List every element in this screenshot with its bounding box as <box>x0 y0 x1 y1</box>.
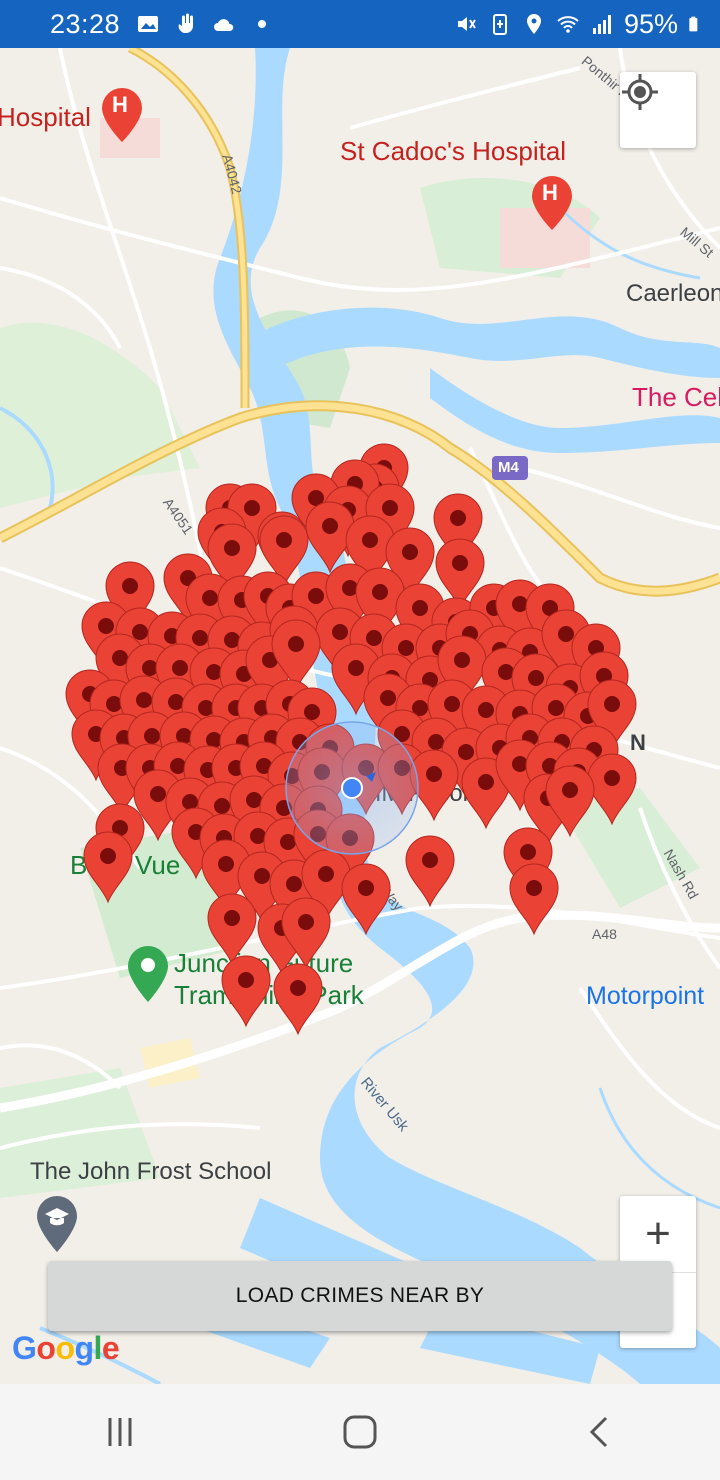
my-location-marker <box>285 721 419 855</box>
google-logo-letter: o <box>36 1330 56 1366</box>
home-icon <box>343 1415 377 1449</box>
my-location-icon <box>622 74 658 110</box>
battery-saver-icon <box>492 14 507 35</box>
location-icon <box>526 14 541 34</box>
crime-marker[interactable] <box>509 863 559 936</box>
signal-icon <box>592 15 611 34</box>
battery-percent: 95% <box>623 8 678 39</box>
battery-icon <box>689 16 698 32</box>
google-logo-letter: e <box>101 1330 120 1366</box>
status-bar: 23:28 95% <box>0 0 720 48</box>
crime-marker[interactable] <box>83 831 133 904</box>
crime-marker[interactable] <box>341 863 391 936</box>
navigation-bar <box>0 1384 720 1480</box>
crime-marker[interactable] <box>273 963 323 1036</box>
crime-marker[interactable] <box>207 893 257 966</box>
status-time: 23:28 <box>50 8 121 39</box>
mute-icon <box>457 17 476 31</box>
google-logo-letter: G <box>12 1330 37 1366</box>
home-button[interactable] <box>320 1392 400 1472</box>
recents-icon <box>108 1418 132 1446</box>
google-logo-letter: l <box>93 1330 103 1366</box>
recents-button[interactable] <box>80 1392 160 1472</box>
back-icon <box>589 1416 608 1448</box>
image-icon <box>138 16 159 32</box>
google-logo-letter: g <box>74 1330 94 1366</box>
dot-icon <box>258 20 267 28</box>
cloud-icon <box>214 19 234 31</box>
google-logo: Google <box>12 1330 120 1367</box>
crime-map[interactable]: H H Hospital St Cadoc's Hospital Caerleo… <box>0 48 720 1384</box>
load-crimes-button[interactable]: LOAD CRIMES NEAR BY <box>48 1261 672 1331</box>
crime-markers-layer[interactable] <box>0 48 720 1384</box>
hand-icon <box>178 13 194 33</box>
crime-marker[interactable] <box>587 753 637 826</box>
google-logo-letter: o <box>55 1330 75 1366</box>
wifi-icon <box>557 16 579 33</box>
back-button[interactable] <box>560 1392 640 1472</box>
crime-marker[interactable] <box>221 955 271 1028</box>
my-location-button[interactable] <box>620 72 696 148</box>
crime-marker[interactable] <box>405 835 455 908</box>
